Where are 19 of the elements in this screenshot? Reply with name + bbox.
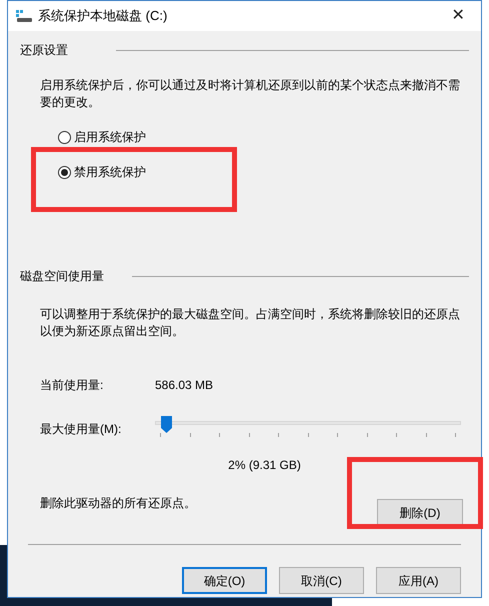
dialog-button[interactable]: 应用(A) [376,567,461,594]
max-usage-reading: 2% (9.31 GB) [228,457,301,474]
window-title: 系统保护本地磁盘 (C:) [38,7,168,26]
section-heading: 还原设置 [20,42,68,59]
description-text: 可以调整用于系统保护的最大磁盘空间。占满空间时，系统将删除较旧的还原点以便为新还原点留出空间。 [40,306,461,340]
max-usage-label: 最大使用量(M): [40,421,122,438]
dialog-button[interactable]: 确定(O) [182,567,267,594]
dialog-button[interactable]: 取消(C) [279,567,364,594]
current-usage-label: 当前使用量: [40,377,104,394]
section-heading: 磁盘空间使用量 [20,268,104,285]
current-usage-value: 586.03 MB [155,377,214,394]
radio-option[interactable]: 启用系统保护 [58,128,146,146]
close-button[interactable]: ✕ [443,3,473,29]
delete-description: 删除此驱动器的所有还原点。 [40,495,196,512]
slider-thumb[interactable] [160,416,172,433]
drive-icon [16,10,32,22]
radio-option[interactable]: 禁用系统保护 [58,163,146,181]
description-text: 启用系统保护后，你可以通过及时将计算机还原到以前的某个状态点来撤消不需要的更改。 [40,77,461,111]
max-usage-slider[interactable] [155,416,461,438]
